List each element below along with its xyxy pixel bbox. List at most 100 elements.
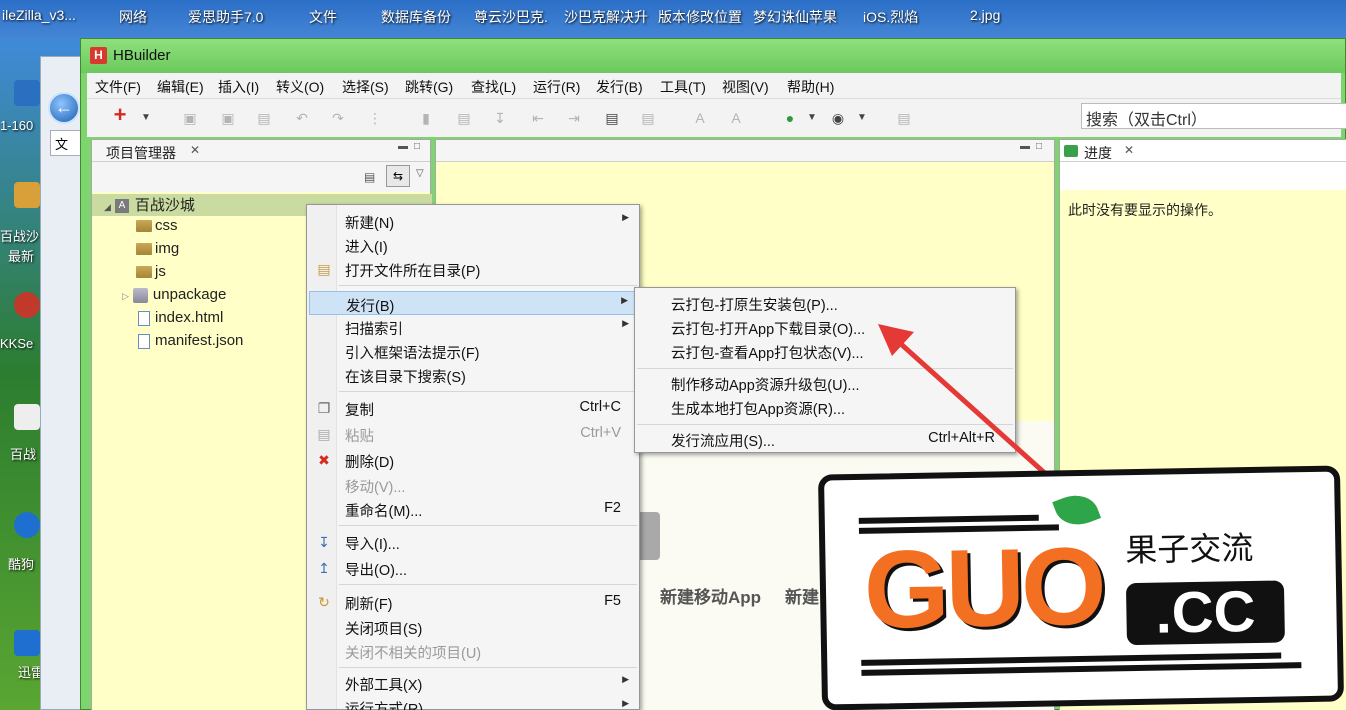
menu-run[interactable]: 运行(R): [533, 77, 580, 97]
desktop-icon-label[interactable]: 最新: [8, 246, 34, 265]
menu-item-publish[interactable]: 发行(B) ▶: [309, 291, 637, 315]
expand-arrow-icon[interactable]: ▷: [122, 291, 129, 301]
menu-item-open-folder[interactable]: ▤ 打开文件所在目录(P): [309, 257, 637, 281]
desktop-icon-label[interactable]: 梦幻诛仙苹果: [753, 7, 837, 27]
menu-item-label: 进入(I): [345, 240, 388, 256]
menu-item-framework-hints[interactable]: 引入框架语法提示(F): [309, 339, 637, 363]
goto-icon[interactable]: ▤: [455, 109, 473, 127]
desktop-icon-label[interactable]: KKSe: [0, 336, 33, 351]
desktop-app-icon[interactable]: [14, 512, 40, 538]
browser-icon[interactable]: ◉: [829, 109, 847, 127]
menu-item-search-dir[interactable]: 在该目录下搜索(S): [309, 363, 637, 387]
chevron-down-icon[interactable]: ▼: [137, 109, 155, 127]
menu-item-rename[interactable]: 重命名(M)... F2: [309, 497, 637, 521]
minimize-maximize-icon[interactable]: ▬□: [1020, 141, 1048, 152]
desktop-icon-label[interactable]: 2.jpg: [970, 7, 1000, 23]
desktop-icon-label[interactable]: 尊云沙巴克.: [474, 7, 548, 27]
menu-file[interactable]: 文件(F): [95, 77, 141, 97]
tree-item-package[interactable]: ▷ unpackage: [92, 286, 226, 308]
back-arrow-icon[interactable]: ←: [48, 92, 80, 124]
info-icon[interactable]: ▤: [895, 109, 913, 127]
run-icon[interactable]: ●: [781, 109, 799, 127]
menu-item-export[interactable]: ↥ 导出(O)...: [309, 556, 637, 580]
desktop-icon-label[interactable]: 百战沙: [0, 226, 39, 245]
close-icon[interactable]: ✕: [190, 143, 200, 157]
desktop-icon-label[interactable]: 酷狗: [8, 554, 34, 573]
desktop-icon-label[interactable]: iOS.烈焰: [863, 7, 918, 27]
desktop-icon-label[interactable]: 1-160: [0, 118, 33, 133]
save-icon[interactable]: ▣: [181, 109, 199, 127]
undo-icon[interactable]: ↶: [293, 109, 311, 127]
menu-item-new[interactable]: 新建(N) ▶: [309, 209, 637, 233]
menu-select[interactable]: 选择(S): [342, 77, 389, 97]
menu-item-move[interactable]: 移动(V)...: [309, 473, 637, 497]
desktop-app-icon[interactable]: [14, 630, 40, 656]
document-icon[interactable]: ▤: [603, 109, 621, 127]
menu-edit[interactable]: 编辑(E): [157, 77, 204, 97]
font-decrease-icon[interactable]: A: [727, 109, 745, 127]
close-icon[interactable]: ✕: [1124, 143, 1134, 157]
menu-item-delete[interactable]: ✖ 删除(D): [309, 448, 637, 472]
preview-icon[interactable]: ▤: [639, 109, 657, 127]
redo-icon[interactable]: ↷: [329, 109, 347, 127]
history-icon[interactable]: ▤: [255, 109, 273, 127]
desktop-icon-label[interactable]: 网络: [119, 7, 147, 27]
desktop-icon-label[interactable]: ileZilla_v3...: [2, 7, 76, 23]
save-all-icon[interactable]: ▣: [219, 109, 237, 127]
desktop-icon-label[interactable]: 文件: [309, 7, 337, 27]
menu-view[interactable]: 视图(V): [722, 77, 769, 97]
new-mobile-app-label[interactable]: 新建移动App: [660, 583, 761, 608]
new-plus-icon[interactable]: +: [111, 104, 129, 126]
desktop-app-icon[interactable]: [14, 80, 40, 106]
menu-item-scan-index[interactable]: 扫描索引 ▶: [309, 315, 637, 339]
download-icon[interactable]: ↧: [491, 109, 509, 127]
search-input[interactable]: 搜索（双击Ctrl）: [1081, 103, 1346, 129]
chevron-down-icon[interactable]: ▼: [803, 109, 821, 127]
tree-item-folder[interactable]: js: [92, 263, 166, 285]
bookmark-icon[interactable]: ▮: [417, 109, 435, 127]
desktop-icon-label[interactable]: 版本修改位置: [658, 7, 742, 27]
menu-item-close-project[interactable]: 关闭项目(S): [309, 615, 637, 639]
font-increase-icon[interactable]: A: [691, 109, 709, 127]
tab-progress[interactable]: 进度: [1084, 143, 1112, 163]
chevron-down-icon[interactable]: ▼: [853, 109, 871, 127]
menu-item-enter[interactable]: 进入(I): [309, 233, 637, 257]
menu-item-close-unrelated[interactable]: 关闭不相关的项目(U): [309, 639, 637, 663]
view-menu-icon[interactable]: ▽: [416, 168, 424, 179]
menu-item-external-tools[interactable]: 外部工具(X) ▶: [309, 671, 637, 695]
tab-project-manager[interactable]: 项目管理器: [106, 143, 176, 163]
collapse-all-icon[interactable]: ▤: [364, 170, 375, 184]
menu-item-import[interactable]: ↧ 导入(I)...: [309, 530, 637, 554]
menu-publish[interactable]: 发行(B): [596, 77, 643, 97]
menu-item-copy[interactable]: ❐ 复制 Ctrl+C: [309, 396, 637, 420]
desktop-app-icon[interactable]: [14, 404, 40, 430]
menu-item-paste[interactable]: ▤ 粘贴 Ctrl+V: [309, 422, 637, 446]
desktop-icon-label[interactable]: 沙巴克解决升: [564, 7, 648, 27]
expand-arrow-icon[interactable]: ◢: [104, 202, 111, 212]
format-icon[interactable]: ⋮: [366, 109, 384, 127]
desktop-icon-label[interactable]: 百战: [10, 444, 36, 463]
menu-item-refresh[interactable]: ↻ 刷新(F) F5: [309, 590, 637, 614]
tree-item-file[interactable]: manifest.json: [92, 332, 243, 354]
menu-escape[interactable]: 转义(O): [276, 77, 324, 97]
submenu-item-native-package[interactable]: 云打包-打原生安装包(P)...: [637, 291, 1013, 315]
menu-find[interactable]: 查找(L): [471, 77, 516, 97]
desktop-icon-label[interactable]: 爱思助手7.0: [188, 7, 263, 27]
desktop-app-icon[interactable]: [14, 182, 40, 208]
link-editor-icon[interactable]: ⇆: [386, 165, 410, 187]
menu-goto[interactable]: 跳转(G): [405, 77, 453, 97]
desktop-icon-label[interactable]: 数据库备份: [381, 7, 451, 27]
menu-tools[interactable]: 工具(T): [660, 77, 706, 97]
tree-item-folder[interactable]: img: [92, 240, 179, 262]
tree-item-folder[interactable]: css: [92, 217, 178, 239]
new-other-label[interactable]: 新建: [785, 583, 819, 608]
tree-item-file[interactable]: index.html: [92, 309, 223, 331]
import-icon: ↧: [318, 534, 330, 550]
menu-item-run-as[interactable]: 运行方式(R) ▶: [309, 695, 637, 710]
desktop-app-icon[interactable]: [14, 292, 40, 318]
menu-insert[interactable]: 插入(I): [218, 77, 259, 97]
menu-help[interactable]: 帮助(H): [787, 77, 834, 97]
jump-start-icon[interactable]: ⇤: [529, 109, 547, 127]
minimize-maximize-icon[interactable]: ▬□: [398, 141, 426, 152]
jump-end-icon[interactable]: ⇥: [565, 109, 583, 127]
